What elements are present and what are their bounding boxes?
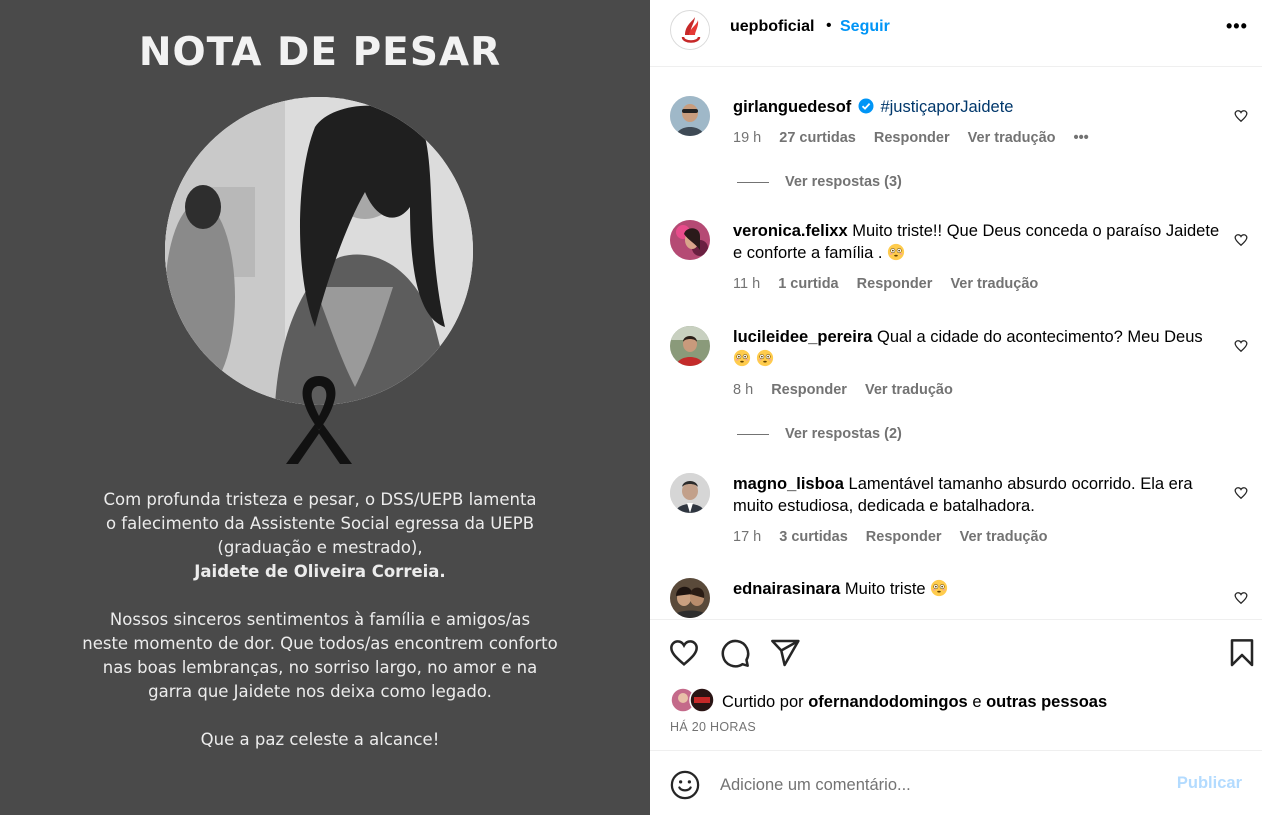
memorial-text: Com profunda tristeza e pesar, o DSS/UEP…: [0, 488, 640, 752]
flushed-emoji-icon: [733, 349, 751, 367]
liked-prefix: Curtido por: [722, 693, 804, 711]
post-actions: Curtido por ofernandodomingos e outras p…: [650, 619, 1262, 751]
memorial-portrait: [165, 97, 473, 405]
translate-button[interactable]: Ver tradução: [968, 130, 1056, 146]
memorial-line: o falecimento da Assistente Social egres…: [105, 514, 535, 533]
translate-button[interactable]: Ver tradução: [950, 276, 1038, 292]
comment-heart-icon[interactable]: [1234, 486, 1248, 500]
memorial-closing: Que a paz celeste a alcance!: [200, 730, 440, 749]
flushed-emoji-icon: [887, 243, 905, 261]
author-avatar[interactable]: [670, 10, 710, 50]
comments-list[interactable]: girlanguedesof #justiçaporJaidete 19 h 2…: [650, 68, 1262, 619]
share-icon[interactable]: [769, 637, 801, 669]
reply-button[interactable]: Responder: [857, 276, 933, 292]
comment-time: 11 h: [733, 276, 761, 292]
comment-likes[interactable]: 27 curtidas: [779, 130, 856, 146]
avatar[interactable]: [670, 220, 710, 260]
bookmark-icon[interactable]: [1226, 637, 1258, 669]
comment-heart-icon[interactable]: [1234, 233, 1248, 247]
comment-username[interactable]: ednairasinara: [733, 580, 840, 598]
comment-likes[interactable]: 3 curtidas: [779, 529, 848, 545]
view-replies-button[interactable]: Ver respostas (3): [737, 174, 902, 190]
memorial-line: neste momento de dor. Que todos/as encon…: [82, 634, 558, 653]
avatar[interactable]: [670, 473, 710, 513]
header-separator: •: [826, 17, 832, 34]
liked-others-link[interactable]: outras pessoas: [986, 693, 1107, 711]
reply-button[interactable]: Responder: [874, 130, 950, 146]
comment-meta: 11 h 1 curtida Responder Ver tradução: [733, 276, 1052, 292]
comment-username[interactable]: magno_lisboa: [733, 475, 844, 493]
post-image: NOTA DE PESAR Com profunda tristeza e pe…: [0, 0, 650, 815]
comment-heart-icon[interactable]: [1234, 339, 1248, 353]
liked-by-text: Curtido por ofernandodomingos e outras p…: [722, 693, 1107, 712]
publish-button[interactable]: Publicar: [1177, 774, 1242, 793]
liker-avatars[interactable]: [670, 687, 718, 713]
comment-more-icon[interactable]: •••: [1074, 130, 1089, 146]
mourning-ribbon-icon: [286, 376, 352, 464]
comment-text: Muito triste: [844, 580, 926, 598]
add-comment-bar: Publicar: [650, 752, 1262, 815]
verified-icon: [858, 98, 874, 114]
memorial-line: nas boas lembranças, no sorriso largo, n…: [102, 658, 538, 677]
more-options-icon[interactable]: •••: [1226, 16, 1248, 37]
liked-user-link[interactable]: ofernandodomingos: [808, 693, 968, 711]
reply-button[interactable]: Responder: [771, 382, 847, 398]
follow-button[interactable]: Seguir: [840, 18, 890, 36]
comment-meta: 19 h 27 curtidas Responder Ver tradução …: [733, 130, 1103, 146]
comment-time: 8 h: [733, 382, 754, 398]
post-side-panel: uepboficial • Seguir ••• girlanguedesof …: [650, 0, 1262, 815]
translate-button[interactable]: Ver tradução: [960, 529, 1048, 545]
avatar[interactable]: [670, 326, 710, 366]
image-title: NOTA DE PESAR: [138, 30, 502, 75]
post-header: uepboficial • Seguir •••: [650, 0, 1262, 67]
post-timestamp[interactable]: HÁ 20 HORAS: [670, 720, 756, 734]
memorial-line: garra que Jaidete nos deixa como legado.: [148, 682, 492, 701]
author-username[interactable]: uepboficial: [730, 18, 814, 36]
reply-button[interactable]: Responder: [866, 529, 942, 545]
comment-time: 17 h: [733, 529, 762, 545]
memorial-line: (graduação e mestrado),: [217, 538, 423, 557]
comment-username[interactable]: lucileidee_pereira: [733, 328, 872, 346]
memorial-name: Jaidete de Oliveira Correia.: [194, 562, 446, 581]
comment-heart-icon[interactable]: [1234, 109, 1248, 123]
comment-time: 19 h: [733, 130, 762, 146]
avatar[interactable]: [670, 578, 710, 618]
comment-text: Qual a cidade do acontecimento? Meu Deus: [877, 328, 1203, 346]
liked-and: e: [972, 693, 982, 711]
view-replies-button[interactable]: Ver respostas (2): [737, 426, 902, 442]
heart-icon[interactable]: [668, 637, 700, 669]
comment-heart-icon[interactable]: [1234, 591, 1248, 605]
comment-meta: 8 h Responder Ver tradução: [733, 382, 967, 398]
translate-button[interactable]: Ver tradução: [865, 382, 953, 398]
memorial-line: Com profunda tristeza e pesar, o DSS/UEP…: [103, 490, 537, 509]
comment-likes[interactable]: 1 curtida: [778, 276, 838, 292]
comment-input[interactable]: [720, 771, 1160, 799]
comment-username[interactable]: veronica.felixx: [733, 222, 848, 240]
comment-username[interactable]: girlanguedesof: [733, 98, 851, 116]
smile-icon[interactable]: [670, 770, 700, 800]
comment-icon[interactable]: [719, 637, 751, 669]
memorial-line: Nossos sinceros sentimentos à família e …: [109, 610, 531, 629]
flushed-emoji-icon: [931, 579, 948, 597]
flushed-emoji-icon: [756, 349, 773, 367]
avatar[interactable]: [670, 96, 710, 136]
comment-hashtag[interactable]: #justiçaporJaidete: [880, 98, 1013, 116]
comment-meta: 17 h 3 curtidas Responder Ver tradução: [733, 529, 1061, 545]
